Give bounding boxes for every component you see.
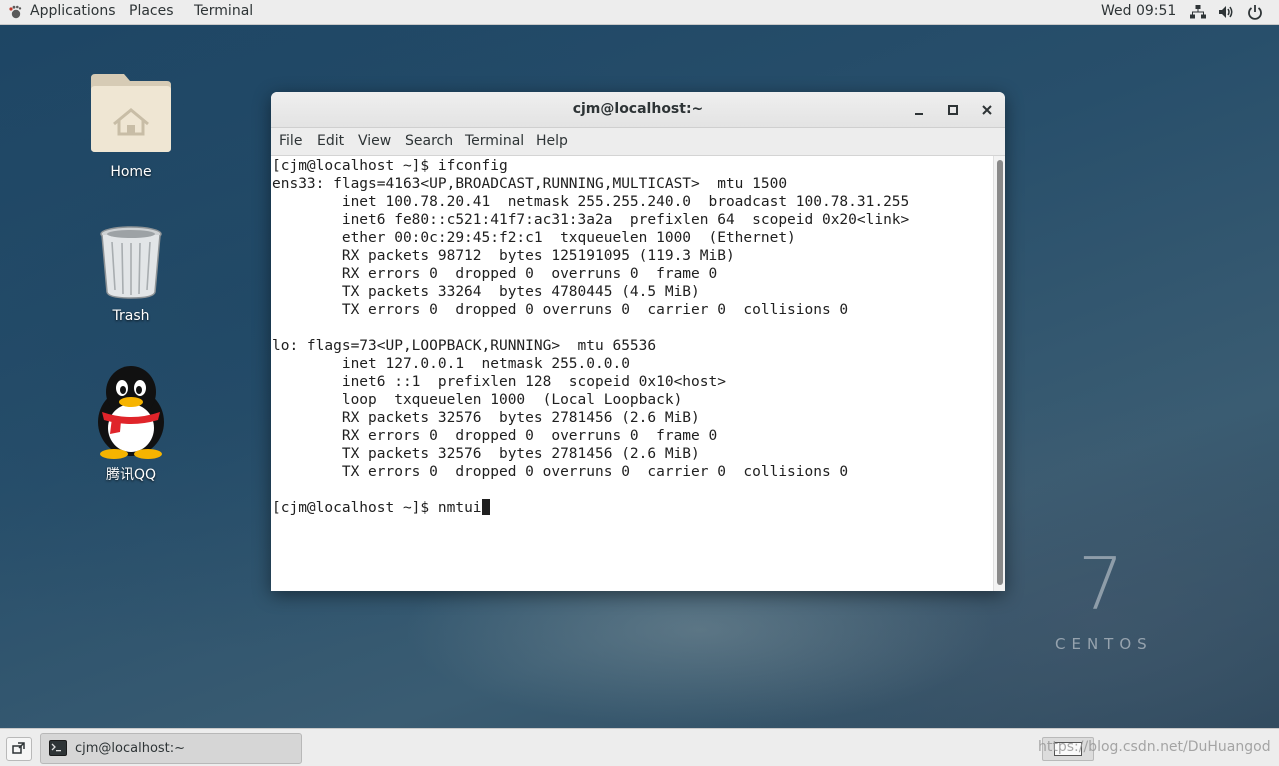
terminal-output: [cjm@localhost ~]$ ifconfig ens33: flags… — [272, 157, 909, 517]
bottom-panel: cjm@localhost:~ https://blog.csdn.net/Du… — [0, 728, 1279, 766]
show-desktop-icon — [12, 742, 25, 754]
window-title: cjm@localhost:~ — [572, 101, 704, 117]
centos-version-mark: 7 — [1078, 542, 1124, 626]
menu-file[interactable]: File — [279, 128, 302, 155]
terminal-output-area[interactable]: [cjm@localhost ~]$ ifconfig ens33: flags… — [271, 156, 993, 591]
desktop: Applications Places Terminal Wed 09:51 H… — [0, 0, 1279, 766]
terminal-window: cjm@localhost:~ File Edit View Search Te… — [271, 92, 1005, 591]
terminal-history: [cjm@localhost ~]$ ifconfig ens33: flags… — [272, 158, 910, 480]
volume-icon[interactable] — [1217, 3, 1235, 21]
watermark-text: https://blog.csdn.net/DuHuangod — [1038, 739, 1271, 755]
centos-wordmark: CENTOS — [1055, 635, 1153, 653]
menu-edit[interactable]: Edit — [317, 128, 344, 155]
taskbar-item-label: cjm@localhost:~ — [75, 741, 186, 756]
terminal-app-menu[interactable]: Terminal — [194, 0, 253, 24]
terminal-input[interactable]: nmtui — [438, 500, 482, 516]
maximize-icon[interactable] — [944, 101, 962, 119]
desktop-icon-qq[interactable]: 腾讯QQ — [81, 364, 181, 484]
power-icon[interactable] — [1246, 3, 1264, 21]
trash-label: Trash — [112, 308, 150, 324]
desktop-icon-trash[interactable]: Trash — [81, 224, 181, 324]
menu-terminal[interactable]: Terminal — [465, 128, 524, 155]
taskbar-item-terminal[interactable]: cjm@localhost:~ — [40, 733, 302, 764]
places-menu[interactable]: Places — [129, 0, 174, 24]
window-titlebar[interactable]: cjm@localhost:~ — [271, 92, 1005, 128]
show-desktop-button[interactable] — [6, 737, 32, 761]
qq-label: 腾讯QQ — [105, 467, 157, 483]
home-folder-icon — [91, 74, 171, 152]
scrollbar-thumb[interactable] — [997, 160, 1003, 585]
gnome-foot-icon — [9, 5, 22, 19]
menu-help[interactable]: Help — [536, 128, 568, 155]
desktop-icon-home[interactable]: Home — [81, 70, 181, 180]
menu-search[interactable]: Search — [405, 128, 453, 155]
terminal-scrollbar[interactable] — [993, 156, 1005, 591]
trash-icon — [100, 226, 162, 299]
home-label: Home — [110, 164, 152, 180]
top-panel: Applications Places Terminal Wed 09:51 — [0, 0, 1279, 25]
close-icon[interactable] — [978, 101, 996, 119]
text-cursor — [481, 499, 490, 515]
menu-view[interactable]: View — [358, 128, 391, 155]
terminal-prompt: [cjm@localhost ~]$ — [272, 500, 438, 516]
network-icon[interactable] — [1189, 3, 1207, 21]
qq-penguin-icon — [98, 366, 164, 459]
terminal-app-icon — [49, 740, 67, 756]
minimize-icon[interactable] — [910, 101, 928, 119]
clock[interactable]: Wed 09:51 — [1101, 0, 1176, 24]
applications-menu[interactable]: Applications — [30, 0, 116, 24]
terminal-menubar: File Edit View Search Terminal Help — [271, 128, 1005, 156]
